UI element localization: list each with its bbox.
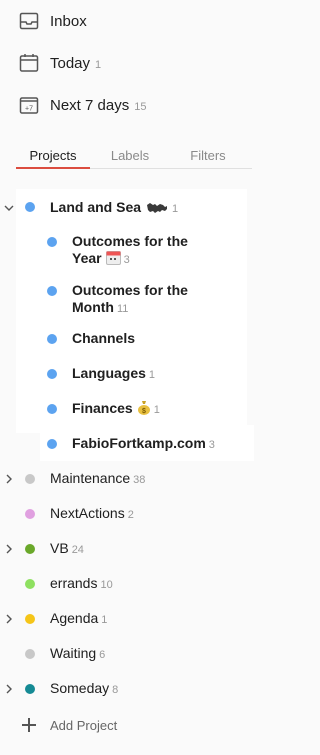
project-item-outcomes-month[interactable]: Outcomes for the Month 11: [0, 281, 256, 319]
nav-today[interactable]: Today 1: [18, 49, 101, 77]
calendar-week-icon: +7: [18, 94, 40, 116]
project-item-fabiofortkamp[interactable]: FabioFortkamp.com 3: [0, 434, 256, 456]
project-label: Maintenance 38: [50, 470, 146, 486]
project-label: Outcomes for the Month 11: [72, 282, 188, 315]
nav-today-label: Today: [50, 54, 91, 72]
project-item-vb[interactable]: VB 24: [0, 539, 256, 561]
project-item-channels[interactable]: Channels: [0, 329, 256, 351]
nav-next-7-days-label: Next 7 days: [50, 96, 130, 114]
project-label: FabioFortkamp.com 3: [72, 435, 215, 451]
project-color-dot: [25, 684, 35, 694]
project-item-agenda[interactable]: Agenda 1: [0, 609, 256, 631]
add-project-label: Add Project: [50, 717, 118, 733]
project-label: Waiting 6: [50, 645, 106, 661]
calendar-emoji-icon: [105, 250, 121, 269]
project-color-dot: [47, 439, 57, 449]
project-item-errands[interactable]: errands 10: [0, 574, 256, 596]
calendar-icon: [18, 52, 40, 74]
project-color-dot: [47, 369, 57, 379]
project-item-outcomes-year[interactable]: Outcomes for the Year 3: [0, 232, 256, 270]
project-color-dot: [25, 544, 35, 554]
project-label: Finances $1: [72, 400, 160, 419]
project-color-dot: [47, 237, 57, 247]
project-label: NextActions 2: [50, 505, 134, 521]
project-item-someday[interactable]: Someday 8: [0, 679, 256, 701]
chevron-down-icon[interactable]: [4, 203, 14, 213]
tab-labels[interactable]: Labels: [102, 140, 158, 168]
project-label: VB 24: [50, 540, 84, 556]
project-color-dot: [25, 202, 35, 212]
nav-next-7-days-count: 15: [134, 100, 147, 113]
project-color-dot: [25, 579, 35, 589]
nav-inbox[interactable]: Inbox: [18, 7, 87, 35]
project-label: Languages 1: [72, 365, 156, 381]
project-label: Land and Sea 1: [50, 199, 178, 218]
nav-today-count: 1: [95, 58, 102, 71]
project-color-dot: [25, 614, 35, 624]
tab-filters[interactable]: Filters: [181, 140, 235, 168]
project-item-maintenance[interactable]: Maintenance 38: [0, 469, 256, 491]
tab-projects[interactable]: Projects: [16, 140, 90, 169]
project-color-dot: [25, 509, 35, 519]
project-item-finances[interactable]: Finances $1: [0, 399, 256, 421]
sidebar-tabs: Projects Labels Filters: [16, 140, 252, 169]
project-label: Someday 8: [50, 680, 119, 696]
project-item-nextactions[interactable]: NextActions 2: [0, 504, 256, 526]
project-label: errands 10: [50, 575, 113, 591]
project-color-dot: [47, 286, 57, 296]
chevron-right-icon[interactable]: [4, 544, 14, 554]
project-label: Outcomes for the Year 3: [72, 233, 188, 269]
nav-inbox-label: Inbox: [50, 12, 87, 30]
chevron-right-icon[interactable]: [4, 684, 14, 694]
project-color-dot: [47, 404, 57, 414]
world-map-icon: [145, 201, 169, 218]
project-label: Channels: [72, 330, 136, 346]
project-color-dot: [25, 649, 35, 659]
plus-icon: [22, 718, 36, 732]
svg-text:$: $: [142, 408, 146, 415]
project-item-waiting[interactable]: Waiting 6: [0, 644, 256, 666]
next-7-icon-text: +7: [25, 106, 33, 113]
chevron-right-icon[interactable]: [4, 474, 14, 484]
add-project-button[interactable]: Add Project: [22, 713, 117, 737]
chevron-right-icon[interactable]: [4, 614, 14, 624]
money-bag-icon: $: [137, 400, 151, 419]
inbox-icon: [18, 10, 40, 32]
project-color-dot: [47, 334, 57, 344]
project-item-languages[interactable]: Languages 1: [0, 364, 256, 386]
nav-next-7-days[interactable]: +7 Next 7 days 15: [18, 91, 146, 119]
project-color-dot: [25, 474, 35, 484]
project-label: Agenda 1: [50, 610, 108, 626]
project-item-land-and-sea[interactable]: Land and Sea 1: [0, 197, 256, 219]
